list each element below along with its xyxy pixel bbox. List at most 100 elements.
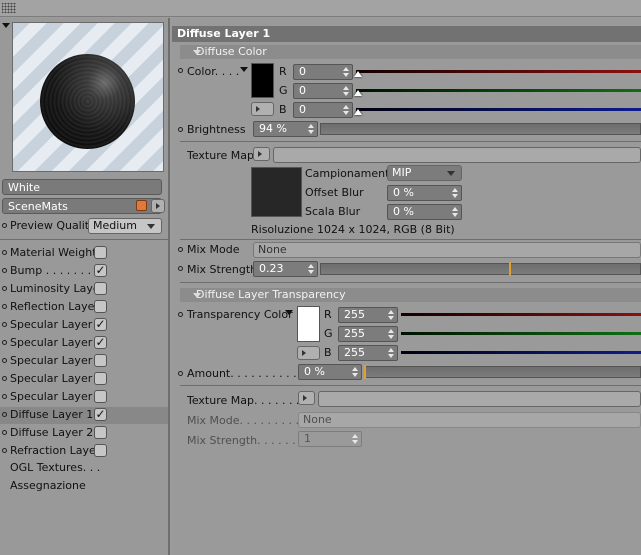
brightness-slider[interactable] — [320, 123, 641, 135]
animation-dot-icon[interactable] — [2, 394, 7, 399]
tr-b-slider-bar[interactable] — [401, 351, 641, 354]
texture-map2-menu-button[interactable] — [298, 391, 315, 405]
channel-checkbox[interactable] — [94, 390, 107, 403]
amount-input[interactable]: 0 % — [298, 364, 362, 380]
animation-dot-icon[interactable] — [2, 412, 7, 417]
g-slider-handle[interactable] — [354, 90, 362, 96]
offset-blur-input[interactable]: 0 % — [387, 185, 462, 201]
channel-item[interactable]: Specular Layer 2 ✓ — [0, 335, 168, 352]
channel-checkbox[interactable] — [94, 246, 107, 259]
tr-g-slider-bar[interactable] — [401, 332, 641, 335]
transparency-color-swatch[interactable] — [297, 306, 320, 342]
color-menu-icon[interactable] — [240, 67, 248, 72]
amount-slider[interactable] — [364, 366, 641, 378]
channel-checkbox[interactable]: ✓ — [94, 408, 107, 421]
r-slider-handle[interactable] — [354, 71, 362, 77]
diffuse-color-group[interactable]: Diffuse Color — [180, 45, 641, 59]
transparency-picker-button[interactable] — [297, 346, 320, 360]
texture-thumbnail[interactable] — [251, 167, 302, 217]
channel-checkbox[interactable]: ✓ — [94, 318, 107, 331]
channel-item[interactable]: Material Weight — [0, 245, 168, 262]
channel-item[interactable]: Specular Layer 1 ✓ — [0, 317, 168, 334]
spin-icon[interactable] — [308, 264, 314, 274]
grip-icon[interactable] — [2, 3, 16, 13]
brightness-animation-dot-icon[interactable] — [178, 127, 183, 132]
channel-checkbox[interactable]: ✓ — [94, 264, 107, 277]
animation-dot-icon[interactable] — [2, 268, 7, 273]
mix-strength-input[interactable]: 0.23 — [253, 261, 318, 277]
mix-strength-slider-handle[interactable] — [509, 262, 511, 276]
ogl-textures-item[interactable]: OGL Textures. . . — [10, 461, 100, 474]
material-preview[interactable] — [12, 22, 164, 172]
spin-icon[interactable] — [343, 105, 349, 115]
channel-checkbox[interactable] — [94, 444, 107, 457]
animation-dot-icon[interactable] — [2, 250, 7, 255]
channel-checkbox[interactable] — [94, 426, 107, 439]
texture-map-menu-button[interactable] — [253, 147, 270, 161]
mix-strength-slider[interactable] — [320, 263, 641, 275]
b-slider-handle[interactable] — [354, 109, 362, 115]
color-picker-button[interactable] — [251, 102, 274, 116]
channel-checkbox[interactable] — [94, 372, 107, 385]
b-input[interactable]: 0 — [293, 102, 353, 118]
scene-color-swatch[interactable] — [136, 200, 147, 211]
tr-r-input[interactable]: 255 — [338, 307, 398, 323]
color-swatch[interactable] — [251, 63, 274, 98]
tr-g-input[interactable]: 255 — [338, 326, 398, 342]
scala-blur-input[interactable]: 0 % — [387, 204, 462, 220]
spin-icon[interactable] — [452, 188, 458, 198]
amount-slider-handle[interactable] — [364, 365, 366, 379]
transparency-group[interactable]: Diffuse Layer Transparency — [180, 288, 641, 302]
transparency-color-menu-icon[interactable] — [285, 310, 293, 315]
channel-checkbox[interactable] — [94, 300, 107, 313]
channel-checkbox[interactable] — [94, 282, 107, 295]
texture-map-field[interactable] — [273, 147, 641, 163]
animation-dot-icon[interactable] — [2, 448, 7, 453]
channel-item[interactable]: Specular Layer 5 — [0, 389, 168, 406]
channel-item[interactable]: Reflection Layer — [0, 299, 168, 316]
channel-item[interactable]: Refraction Layer — [0, 443, 168, 460]
spin-icon[interactable] — [343, 67, 349, 77]
mix-strength2-input[interactable]: 1 — [298, 431, 362, 447]
assignment-item[interactable]: Assegnazione — [10, 479, 86, 492]
r-slider-bar[interactable] — [356, 70, 641, 73]
mix-mode2-select[interactable]: None — [298, 412, 641, 428]
spin-icon[interactable] — [308, 124, 314, 134]
preview-quality-select[interactable]: Medium — [88, 218, 162, 234]
preview-menu-icon[interactable] — [2, 23, 10, 28]
channel-checkbox[interactable]: ✓ — [94, 336, 107, 349]
spin-icon[interactable] — [343, 86, 349, 96]
g-input[interactable]: 0 — [293, 83, 353, 99]
channel-item[interactable]: Specular Layer 3 — [0, 353, 168, 370]
spin-icon[interactable] — [352, 367, 358, 377]
mix-mode-animation-dot-icon[interactable] — [178, 247, 183, 252]
channel-checkbox[interactable] — [94, 354, 107, 367]
channel-item[interactable]: Diffuse Layer 2 — [0, 425, 168, 442]
animation-dot-icon[interactable] — [2, 322, 7, 327]
campionamento-select[interactable]: MIP — [387, 165, 462, 181]
spin-icon[interactable] — [388, 348, 394, 358]
animation-dot-icon[interactable] — [2, 340, 7, 345]
r-input[interactable]: 0 — [293, 64, 353, 80]
texture-map2-field[interactable] — [318, 391, 641, 407]
channel-item[interactable]: Diffuse Layer 1 ✓ — [0, 407, 168, 424]
spin-icon[interactable] — [388, 329, 394, 339]
animation-dot-icon[interactable] — [2, 430, 7, 435]
animation-dot-icon[interactable] — [2, 376, 7, 381]
spin-icon[interactable] — [388, 310, 394, 320]
channel-item[interactable]: Specular Layer 4 — [0, 371, 168, 388]
material-name-field[interactable]: White — [2, 179, 162, 195]
animation-dot-icon[interactable] — [2, 358, 7, 363]
animation-dot-icon[interactable] — [2, 304, 7, 309]
scene-arrow-button[interactable] — [151, 199, 165, 213]
animation-dot-icon[interactable] — [2, 223, 7, 228]
animation-dot-icon[interactable] — [2, 286, 7, 291]
color-animation-dot-icon[interactable] — [178, 68, 183, 73]
b-slider-bar[interactable] — [356, 108, 641, 111]
spin-icon[interactable] — [352, 434, 358, 444]
transparency-animation-dot-icon[interactable] — [178, 312, 183, 317]
g-slider-bar[interactable] — [356, 89, 641, 92]
tr-r-slider-bar[interactable] — [401, 313, 641, 316]
tr-b-input[interactable]: 255 — [338, 345, 398, 361]
channel-item[interactable]: Bump . . . . . . . . . ✓ — [0, 263, 168, 280]
